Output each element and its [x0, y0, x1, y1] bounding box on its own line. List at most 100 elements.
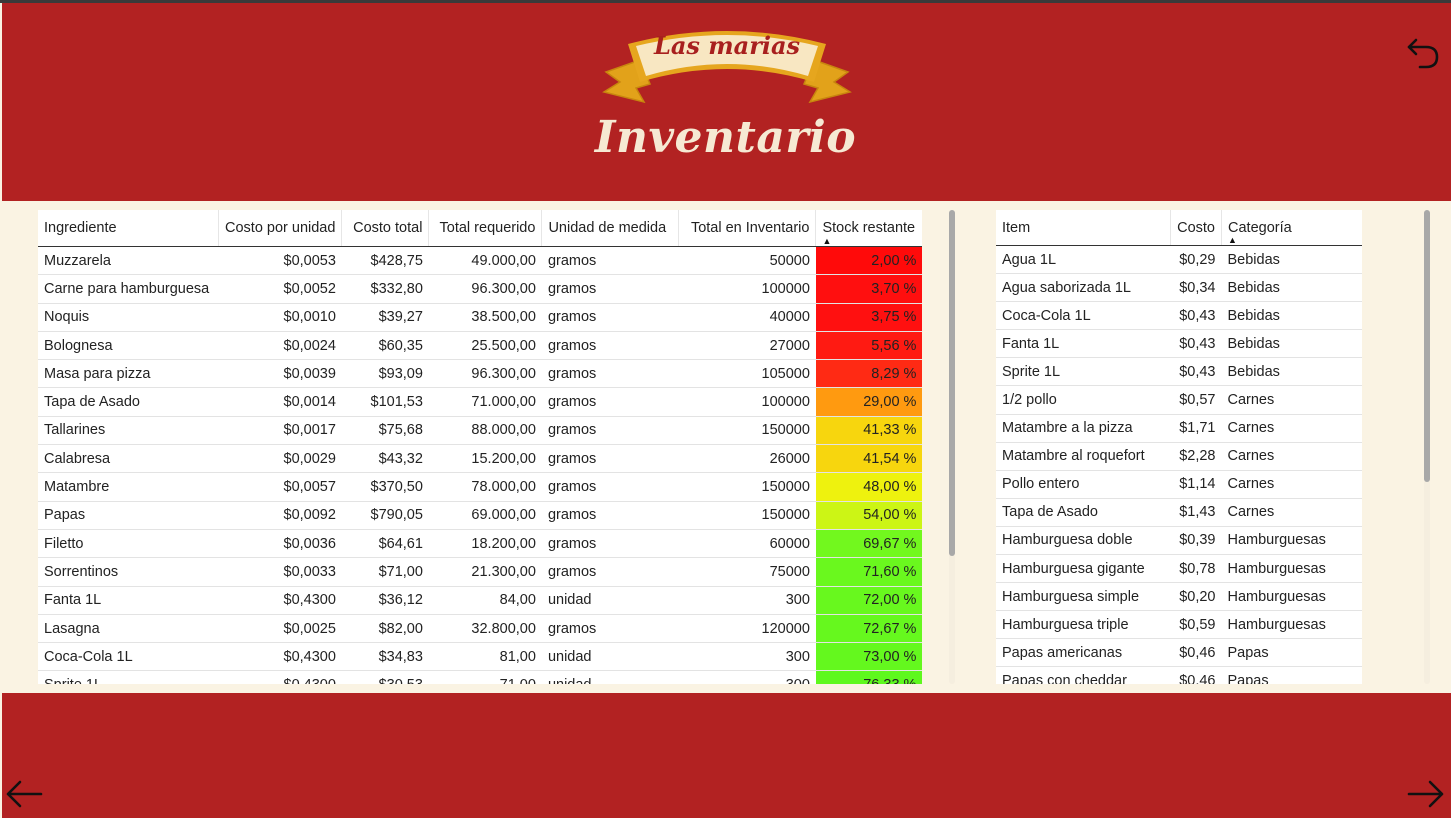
cell-costo-por-unidad: $0,0029	[218, 444, 342, 474]
cell-stock-restante: 41,54 %	[815, 444, 923, 474]
table-row[interactable]: Papas americanas $0,46 Papas	[996, 638, 1362, 668]
cell-stock-restante: 72,00 %	[815, 586, 923, 615]
table-row[interactable]: Lasagna $0,0025 $82,00 32.800,00 gramos 12000…	[38, 614, 923, 644]
table-row[interactable]: 1/2 pollo $0,57 Carnes	[996, 385, 1362, 415]
column-header-ingrediente[interactable]: Ingrediente	[38, 210, 219, 247]
items-table-scrollbar[interactable]	[1424, 210, 1430, 684]
page-title: Inventario	[594, 112, 857, 163]
table-row[interactable]: Sorrentinos $0,0033 $71,00 21.300,00 gramos 7…	[38, 557, 923, 587]
inventory-scrollbar-thumb[interactable]	[949, 210, 955, 556]
table-row[interactable]: Hamburguesa triple $0,59 Hamburguesas	[996, 610, 1362, 640]
table-row[interactable]: Fanta 1L $0,43 Bebidas	[996, 329, 1362, 359]
column-header-categoria[interactable]: Categoría ▲	[1221, 210, 1362, 246]
column-header-item[interactable]: Item	[996, 210, 1171, 246]
cell-costo-total: $36,12	[341, 586, 429, 615]
cell-stock-restante: 71,60 %	[815, 557, 923, 587]
arrow-left-icon[interactable]	[4, 778, 44, 810]
column-header-total-en-inventario[interactable]: Total en Inventario	[678, 210, 817, 247]
cell-unidad-de-medida: gramos	[541, 359, 679, 389]
items-scrollbar-thumb[interactable]	[1424, 210, 1430, 482]
table-row[interactable]: Filetto $0,0036 $64,61 18.200,00 gramos 60000…	[38, 529, 923, 559]
cell-item: Pollo entero	[996, 470, 1171, 499]
column-header-total-requerido[interactable]: Total requerido	[428, 210, 543, 247]
cell-costo-por-unidad: $0,0052	[218, 274, 342, 304]
cell-ingrediente: Masa para pizza	[38, 359, 219, 389]
column-header-stock-restante-label: Stock restante	[822, 220, 916, 236]
cell-total-requerido: 38.500,00	[428, 303, 542, 332]
cell-categoria: Papas	[1221, 666, 1362, 684]
cell-costo-total: $64,61	[341, 529, 429, 559]
inventory-table-container[interactable]: Ingrediente Costo por unidad Costo total…	[38, 210, 924, 684]
table-row[interactable]: Muzzarela $0,0053 $428,75 49.000,00 gramos 50…	[38, 246, 923, 276]
cell-categoria: Papas	[1221, 638, 1362, 668]
column-header-unidad-de-medida[interactable]: Unidad de medida	[541, 210, 680, 247]
table-row[interactable]: Agua saborizada 1L $0,34 Bebidas	[996, 273, 1362, 303]
table-row[interactable]: Coca-Cola 1L $0,43 Bebidas	[996, 301, 1362, 331]
cell-costo-total: $332,80	[341, 274, 429, 304]
arrow-right-icon[interactable]	[1406, 778, 1446, 810]
sort-ascending-icon: ▲	[822, 236, 832, 246]
table-row[interactable]: Fanta 1L $0,4300 $36,12 84,00 unidad 300 72,00…	[38, 586, 923, 615]
cell-costo-total: $82,00	[341, 614, 429, 644]
cell-categoria: Hamburguesas	[1221, 582, 1362, 612]
column-header-stock-restante[interactable]: Stock restante ▲	[815, 210, 923, 247]
cell-categoria: Hamburguesas	[1221, 610, 1362, 640]
cell-costo-total: $428,75	[341, 246, 429, 276]
table-row[interactable]: Hamburguesa doble $0,39 Hamburguesas	[996, 526, 1362, 556]
table-row[interactable]: Sprite 1L $0,43 Bebidas	[996, 357, 1362, 387]
cell-categoria: Carnes	[1221, 442, 1362, 471]
column-header-costo-total[interactable]: Costo total	[341, 210, 430, 247]
table-row[interactable]: Bolognesa $0,0024 $60,35 25.500,00 gramos 270…	[38, 331, 923, 361]
cell-costo-por-unidad: $0,0092	[218, 501, 342, 530]
cell-stock-restante: 73,00 %	[815, 642, 923, 672]
items-table-container[interactable]: Item Costo Categoría ▲ Agua 1L $0,29 Bebid…	[996, 210, 1370, 684]
cell-total-en-inventario: 40000	[678, 303, 816, 332]
table-row[interactable]: Tapa de Asado $1,43 Carnes	[996, 498, 1362, 527]
table-row[interactable]: Hamburguesa gigante $0,78 Hamburguesas	[996, 554, 1362, 584]
table-row[interactable]: Matambre $0,0057 $370,50 78.000,00 gramos 150…	[38, 472, 923, 502]
table-row[interactable]: Papas con cheddar $0,46 Papas	[996, 666, 1362, 684]
cell-total-en-inventario: 300	[678, 642, 816, 672]
cell-unidad-de-medida: gramos	[541, 416, 679, 446]
cell-total-en-inventario: 300	[678, 586, 816, 615]
table-row[interactable]: Noquis $0,0010 $39,27 38.500,00 gramos 40000 3…	[38, 303, 923, 332]
cell-unidad-de-medida: gramos	[541, 387, 679, 417]
cell-ingrediente: Sorrentinos	[38, 557, 219, 587]
column-header-costo-por-unidad[interactable]: Costo por unidad	[218, 210, 343, 247]
cell-total-requerido: 49.000,00	[428, 246, 542, 276]
table-row[interactable]: Papas $0,0092 $790,05 69.000,00 gramos 150000…	[38, 501, 923, 530]
table-row[interactable]: Masa para pizza $0,0039 $93,09 96.300,00 gra…	[38, 359, 923, 389]
table-row[interactable]: Agua 1L $0,29 Bebidas	[996, 245, 1362, 275]
cell-categoria: Hamburguesas	[1221, 526, 1362, 556]
table-row[interactable]: Tapa de Asado $0,0014 $101,53 71.000,00 gram…	[38, 387, 923, 417]
column-header-costo[interactable]: Costo	[1170, 210, 1222, 246]
cell-total-en-inventario: 300	[678, 670, 816, 684]
table-row[interactable]: Tallarines $0,0017 $75,68 88.000,00 gramos 15…	[38, 416, 923, 446]
cell-total-requerido: 96.300,00	[428, 274, 542, 304]
cell-total-requerido: 88.000,00	[428, 416, 542, 446]
cell-categoria: Hamburguesas	[1221, 554, 1362, 584]
cell-costo: $1,43	[1170, 498, 1222, 527]
cell-costo: $2,28	[1170, 442, 1222, 471]
cell-unidad-de-medida: gramos	[541, 501, 679, 530]
table-row[interactable]: Matambre al roquefort $2,28 Carnes	[996, 442, 1362, 471]
cell-total-requerido: 69.000,00	[428, 501, 542, 530]
table-row[interactable]: Coca-Cola 1L $0,4300 $34,83 81,00 unidad 300 7…	[38, 642, 923, 672]
table-row[interactable]: Pollo entero $1,14 Carnes	[996, 470, 1362, 499]
cell-costo-por-unidad: $0,4300	[218, 670, 342, 684]
table-row[interactable]: Carne para hamburguesa $0,0052 $332,80 96.3…	[38, 274, 923, 304]
inventory-table-scrollbar[interactable]	[949, 210, 955, 684]
cell-total-requerido: 78.000,00	[428, 472, 542, 502]
cell-costo-total: $43,32	[341, 444, 429, 474]
cell-total-en-inventario: 50000	[678, 246, 816, 276]
cell-costo-por-unidad: $0,0024	[218, 331, 342, 361]
table-row[interactable]: Matambre a la pizza $1,71 Carnes	[996, 414, 1362, 443]
table-row[interactable]: Hamburguesa simple $0,20 Hamburguesas	[996, 582, 1362, 612]
cell-stock-restante: 29,00 %	[815, 387, 923, 417]
cell-item: Agua 1L	[996, 245, 1171, 275]
cell-unidad-de-medida: unidad	[541, 586, 679, 615]
cell-costo-por-unidad: $0,0039	[218, 359, 342, 389]
undo-arrow-icon[interactable]	[1406, 34, 1440, 72]
table-row[interactable]: Sprite 1L$0,4300$30,5371,00unidad30076,3…	[38, 670, 923, 684]
table-row[interactable]: Calabresa $0,0029 $43,32 15.200,00 gramos 260…	[38, 444, 923, 474]
